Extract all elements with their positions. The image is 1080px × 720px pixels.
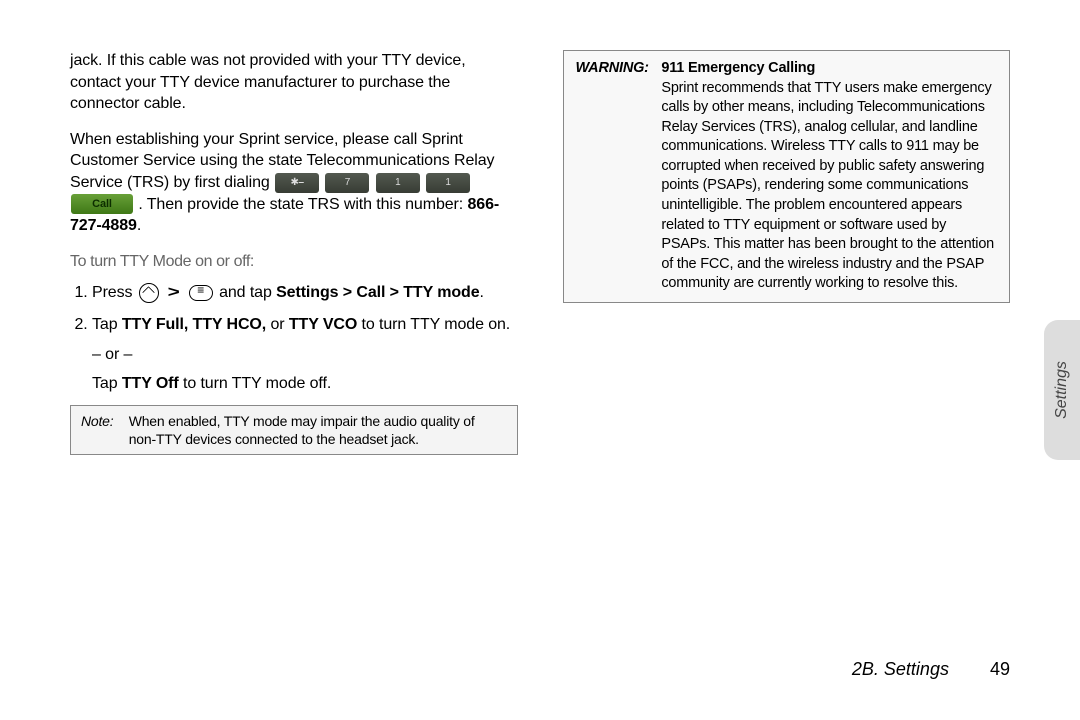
page-footer: 2B. Settings 49 (852, 659, 1010, 680)
step2-or: or (266, 316, 289, 333)
settings-path: Settings > Call > TTY mode (276, 284, 479, 301)
step1-b: and tap (219, 284, 276, 301)
dialpad-button-asterisk-icon: ✱⎯ (275, 173, 319, 193)
tty-off-bold: TTY Off (122, 375, 179, 392)
tty-vco-bold: TTY VCO (289, 316, 357, 333)
subhead-tty-toggle: To turn TTY Mode on or off: (70, 251, 518, 273)
step1-a: Press (92, 284, 137, 301)
left-column: jack. If this cable was not provided wit… (70, 50, 518, 455)
tty-options-bold: TTY Full, TTY HCO, (122, 316, 266, 333)
note-body: When enabled, TTY mode may impair the au… (129, 412, 505, 448)
warning-body-wrap: 911 Emergency Calling Sprint recommends … (661, 59, 995, 294)
chevron-right-icon: > (168, 282, 180, 304)
period-1: . (480, 284, 484, 301)
footer-section: 2B. Settings (852, 659, 949, 679)
paragraph-jack-cable: jack. If this cable was not provided wit… (70, 50, 518, 115)
call-button-icon: Call (71, 194, 133, 214)
side-tab-settings: Settings (1044, 320, 1080, 460)
side-tab-label: Settings (1053, 361, 1071, 419)
step-2: Tap TTY Full, TTY HCO, or TTY VCO to tur… (92, 314, 518, 395)
dialpad-button-1b-icon: 1 (426, 173, 470, 193)
page-number: 49 (990, 659, 1010, 679)
right-column: WARNING: 911 Emergency Calling Sprint re… (563, 50, 1011, 455)
warning-header: 911 Emergency Calling (661, 60, 815, 76)
dialpad-button-1-icon: 1 (376, 173, 420, 193)
step2-c: Tap (92, 375, 122, 392)
period: . (137, 217, 141, 234)
note-label: Note: (81, 412, 125, 430)
warning-label: WARNING: (576, 59, 658, 79)
step2-a: Tap (92, 316, 122, 333)
menu-key-icon (189, 285, 213, 301)
or-divider: – or – (92, 344, 518, 366)
home-key-icon (139, 283, 159, 303)
instruction-list: Press > and tap Settings > Call > TTY mo… (70, 282, 518, 394)
note-box: Note: When enabled, TTY mode may impair … (70, 405, 518, 455)
step2-d: to turn TTY mode off. (179, 375, 332, 392)
trs-text-b: . Then provide the state TRS with this n… (138, 196, 467, 213)
step-1: Press > and tap Settings > Call > TTY mo… (92, 282, 518, 304)
paragraph-trs-dial: When establishing your Sprint service, p… (70, 129, 518, 237)
step2-b: to turn TTY mode on. (357, 316, 510, 333)
dialpad-button-7-icon: 7 (325, 173, 369, 193)
warning-body: Sprint recommends that TTY users make em… (661, 80, 994, 292)
warning-box: WARNING: 911 Emergency Calling Sprint re… (563, 50, 1011, 303)
